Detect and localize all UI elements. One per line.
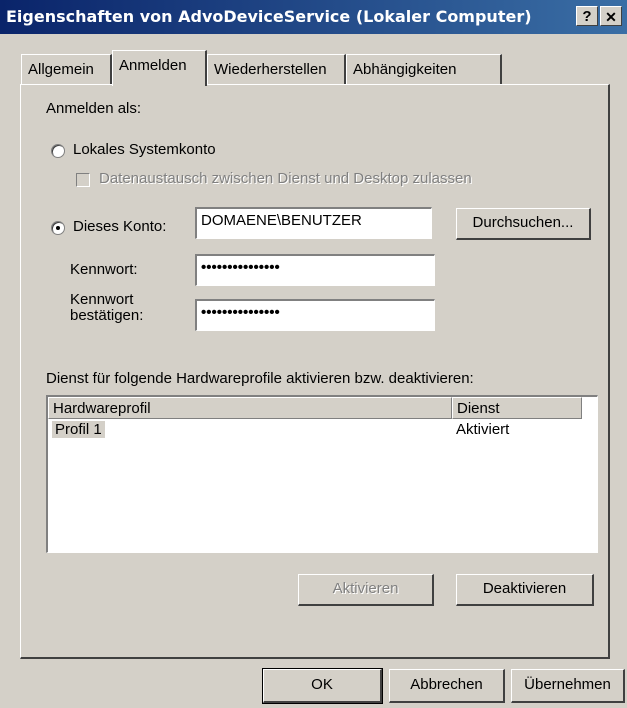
logon-as-heading: Anmelden als: (46, 100, 142, 117)
column-header-service[interactable]: Dienst (452, 397, 582, 419)
title-bar[interactable]: Eigenschaften von AdvoDeviceService (Lok… (0, 0, 627, 34)
hardware-profile-list[interactable]: Hardwareprofil Dienst Profil 1 Aktiviert (46, 395, 598, 553)
desktop-interact-label: Datenaustausch zwischen Dienst und Deskt… (99, 170, 472, 187)
tab-anmelden[interactable]: Anmelden (112, 50, 207, 86)
browse-button[interactable]: Durchsuchen... (456, 208, 591, 240)
tab-abhaengigkeiten[interactable]: Abhängigkeiten (346, 54, 502, 84)
help-button[interactable]: ? (576, 6, 598, 26)
hardware-profiles-heading: Dienst für folgende Hardwareprofile akti… (46, 370, 474, 387)
enable-button[interactable]: Aktivieren (298, 574, 434, 606)
apply-button[interactable]: Übernehmen (511, 669, 625, 703)
radio-selected-dot (56, 226, 60, 230)
local-system-label: Lokales Systemkonto (73, 141, 216, 158)
profile-name-cell: Profil 1 (52, 421, 105, 438)
window-title: Eigenschaften von AdvoDeviceService (Lok… (6, 7, 532, 26)
disable-button[interactable]: Deaktivieren (456, 574, 594, 606)
table-row[interactable]: Profil 1 Aktiviert (48, 419, 596, 441)
password-field[interactable]: ••••••••••••••• (195, 254, 435, 286)
confirm-password-label: Kennwort bestätigen: (70, 292, 143, 324)
column-header-profile[interactable]: Hardwareprofil (48, 397, 452, 419)
this-account-label: Dieses Konto: (73, 218, 167, 235)
password-label: Kennwort: (70, 261, 138, 278)
tab-allgemein[interactable]: Allgemein (21, 54, 112, 84)
confirm-label-line2: bestätigen: (70, 307, 144, 324)
tab-wiederherstellen[interactable]: Wiederherstellen (207, 54, 346, 84)
account-input[interactable]: DOMAENE\BENUTZER (195, 207, 432, 239)
desktop-interact-checkbox[interactable] (76, 173, 90, 187)
ok-button[interactable]: OK (262, 668, 383, 704)
close-button[interactable]: ✕ (600, 6, 622, 26)
this-account-radio[interactable] (51, 221, 65, 235)
confirm-password-field[interactable]: ••••••••••••••• (195, 299, 435, 331)
service-status-cell: Aktiviert (456, 421, 510, 438)
cancel-button[interactable]: Abbrechen (389, 669, 505, 703)
confirm-label-line1: Kennwort (70, 291, 134, 308)
local-system-radio[interactable] (51, 144, 65, 158)
